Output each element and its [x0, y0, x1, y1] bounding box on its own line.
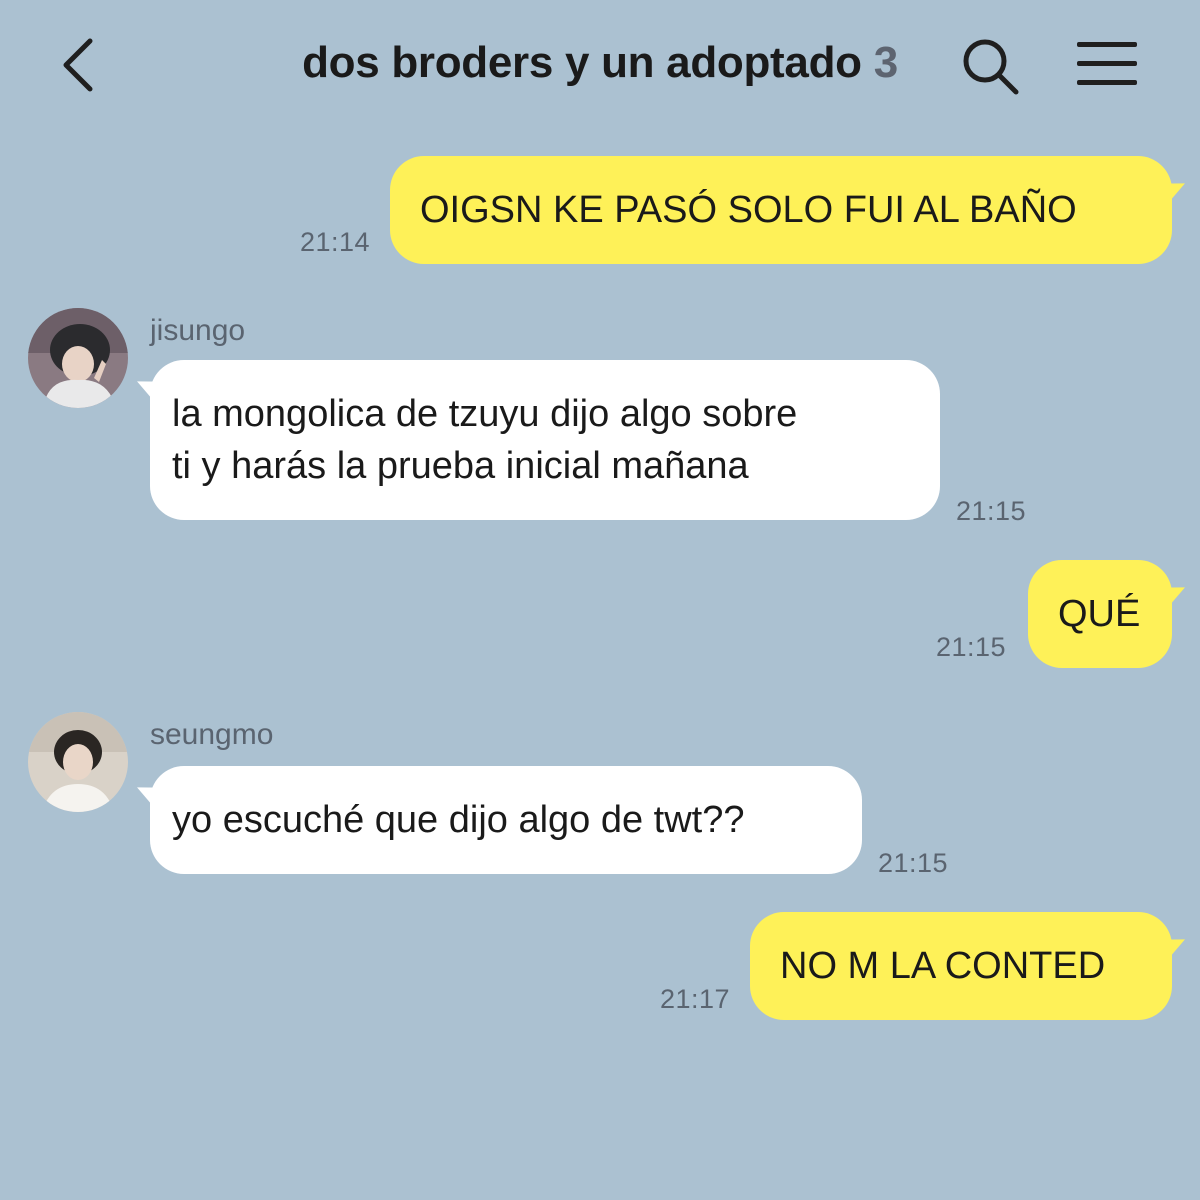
message-time: 21:15: [956, 496, 1027, 526]
message-time: 21:17: [660, 984, 731, 1014]
their-message-bubble[interactable]: yo escuché que dijo algo de twt??: [150, 766, 862, 874]
message-text: NO M LA CONTED: [780, 945, 1106, 987]
hamburger-menu-icon: [1077, 42, 1137, 47]
my-message-bubble[interactable]: OIGSN KE PASÓ SOLO FUI AL BAÑO: [390, 156, 1172, 264]
chat-header: dos broders y un adoptado 3: [0, 0, 1200, 135]
hamburger-line: [1077, 80, 1137, 85]
member-count: 3: [873, 38, 898, 87]
message-time: 21:15: [936, 632, 1007, 662]
avatar-jisungo: [28, 308, 128, 408]
search-button[interactable]: [958, 34, 1022, 98]
chat-title-text: dos broders y un adoptado: [302, 38, 862, 87]
avatar[interactable]: [28, 308, 128, 408]
menu-button[interactable]: [1075, 38, 1141, 90]
avatar-seungmo: [28, 712, 128, 812]
hamburger-line: [1077, 61, 1137, 66]
message-text: yo escuché que dijo algo de twt??: [172, 799, 745, 841]
my-message-bubble[interactable]: NO M LA CONTED: [750, 912, 1172, 1020]
my-message-bubble[interactable]: QUÉ: [1028, 560, 1172, 668]
sender-name: jisungo: [150, 314, 246, 347]
search-icon: [963, 39, 1019, 95]
sender-name: seungmo: [150, 718, 274, 751]
their-message-bubble[interactable]: la mongolica de tzuyu dijo algo sobre ti…: [150, 360, 940, 520]
message-time: 21:15: [878, 848, 949, 878]
message-text: OIGSN KE PASÓ SOLO FUI AL BAÑO: [420, 189, 1077, 231]
message-time: 21:14: [300, 227, 371, 257]
avatar[interactable]: [28, 712, 128, 812]
message-text-line: ti y harás la prueba inicial mañana: [172, 445, 749, 487]
message-text: QUÉ: [1058, 593, 1141, 635]
message-text-line: la mongolica de tzuyu dijo algo sobre: [172, 393, 798, 435]
